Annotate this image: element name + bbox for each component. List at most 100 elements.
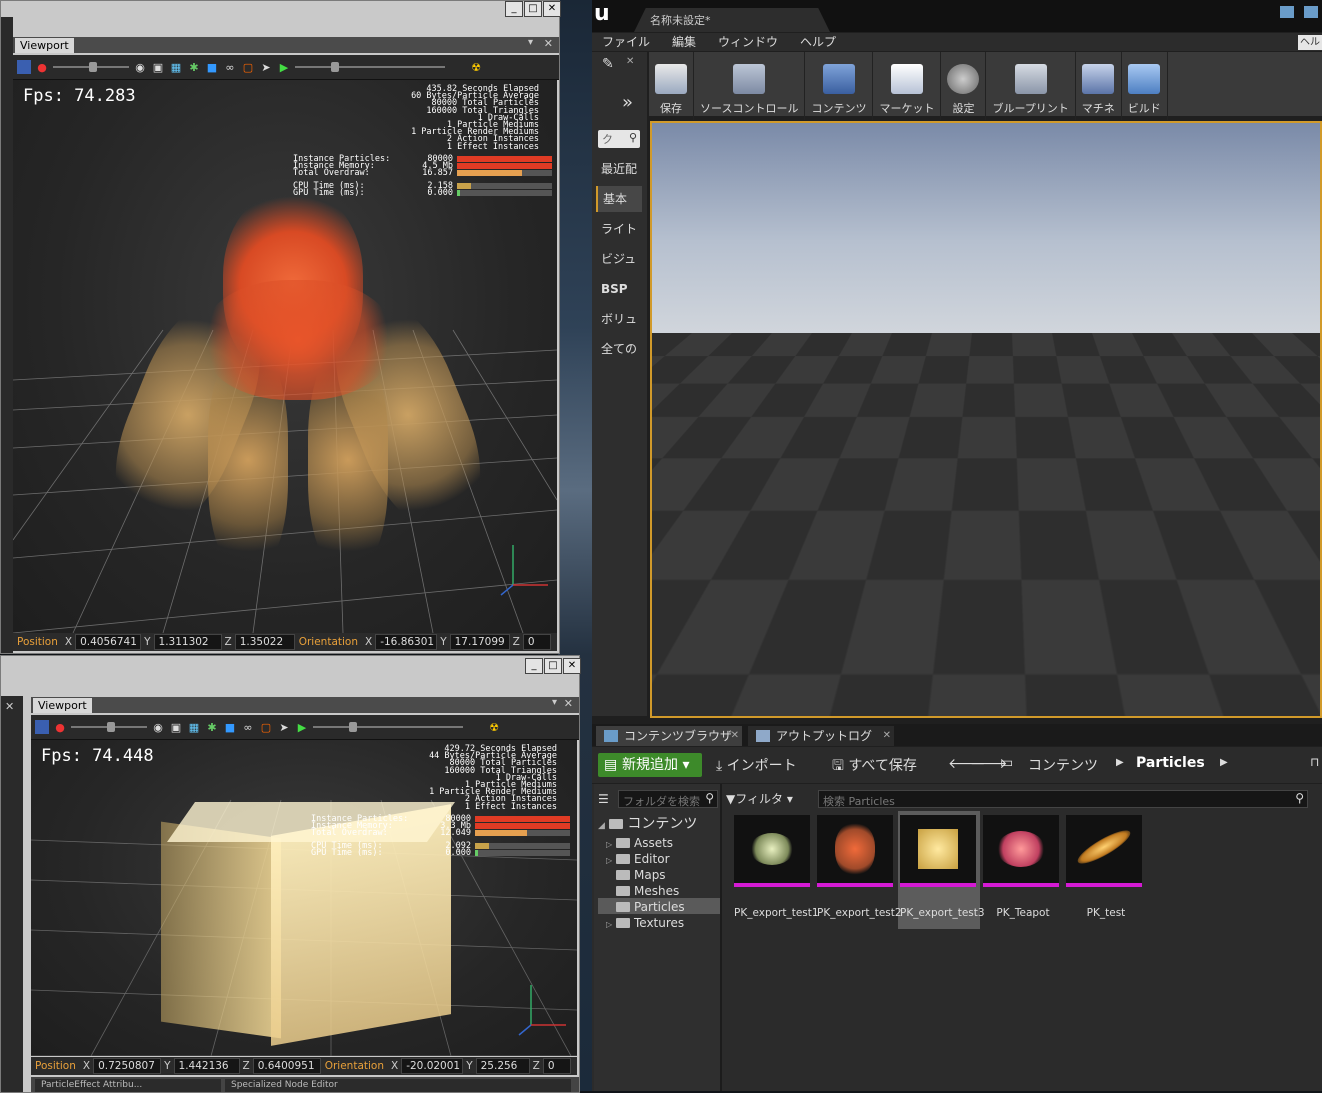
stop-icon[interactable]: ▢	[259, 720, 273, 734]
cube-icon[interactable]: ■	[205, 60, 219, 74]
orientation-y-field[interactable]: 25.256	[475, 1058, 530, 1074]
filter-button[interactable]: ▼フィルタ ▾	[726, 790, 793, 807]
close-button[interactable]: ✕	[563, 658, 581, 674]
feedback-icon[interactable]	[1304, 6, 1318, 18]
tab-specialized-node-editor[interactable]: Specialized Node Editor	[225, 1079, 571, 1092]
matinee-button[interactable]: マチネ	[1076, 52, 1122, 120]
screenshot-icon[interactable]: ▣	[169, 720, 183, 734]
level-viewport[interactable]	[650, 121, 1322, 718]
menu-help[interactable]: ヘルプ	[800, 33, 836, 51]
tree-item-assets[interactable]: ▷ Assets	[606, 835, 673, 851]
position-x-field[interactable]: 0.7250807	[93, 1058, 162, 1074]
mode-basic[interactable]: 基本	[596, 186, 642, 212]
cursor-icon[interactable]: ➤	[259, 60, 273, 74]
save-button[interactable]: 保存	[649, 52, 694, 120]
close-button[interactable]: ✕	[543, 1, 561, 17]
breadcrumb-current[interactable]: Particles	[1136, 755, 1205, 771]
mode-lights[interactable]: ライト	[596, 216, 642, 242]
modes-search-input[interactable]: ク ⚲	[598, 130, 640, 148]
document-tab[interactable]: 名称未設定*	[650, 12, 711, 28]
mode-visual[interactable]: ビジュ	[596, 246, 642, 272]
camera-icon[interactable]: ◉	[133, 60, 147, 74]
orientation-z-field[interactable]: 0	[522, 634, 551, 650]
tree-item-textures[interactable]: ▷ Textures	[606, 915, 684, 931]
asset-tile[interactable]: PK_test	[1066, 815, 1146, 919]
bug-icon[interactable]: ✱	[187, 60, 201, 74]
menu-file[interactable]: ファイル	[602, 33, 650, 51]
time-slider[interactable]	[71, 722, 147, 732]
tab-viewport[interactable]: Viewport	[33, 698, 92, 713]
orientation-x-field[interactable]: -20.02001	[401, 1058, 464, 1074]
mode-recent[interactable]: 最近配	[596, 156, 642, 182]
bug-icon[interactable]: ✱	[205, 720, 219, 734]
cube-icon[interactable]: ■	[223, 720, 237, 734]
record-icon[interactable]: ●	[35, 60, 49, 74]
lock-icon[interactable]: ⊓	[1310, 755, 1319, 769]
speed-slider[interactable]	[313, 722, 463, 732]
position-z-field[interactable]: 0.6400951	[252, 1058, 321, 1074]
source-control-button[interactable]: ソースコントロール	[694, 52, 806, 120]
asset-search-input[interactable]: 検索 Particles ⚲	[818, 790, 1308, 808]
save-all-button[interactable]: 🖫 すべて保存	[832, 755, 917, 779]
position-y-field[interactable]: 1.442136	[173, 1058, 240, 1074]
breadcrumb-more-icon[interactable]: ▶	[1220, 757, 1228, 768]
import-button[interactable]: ⤓ インポート	[716, 755, 797, 775]
tree-item-particles[interactable]: ▷ Particles	[606, 899, 685, 915]
radiation-icon[interactable]: ☢	[487, 720, 501, 734]
breadcrumb-root[interactable]: コンテンツ	[1028, 755, 1098, 775]
stop-icon[interactable]: ▢	[241, 60, 255, 74]
film-icon[interactable]: ▦	[187, 720, 201, 734]
time-slider[interactable]	[53, 62, 129, 72]
position-y-field[interactable]: 1.311302	[153, 634, 222, 650]
asset-tile[interactable]: PK_Teapot	[983, 815, 1063, 919]
play-icon[interactable]: ▶	[295, 720, 309, 734]
save-icon[interactable]	[17, 60, 31, 74]
chat-icon[interactable]	[1280, 6, 1294, 18]
asset-tile[interactable]: PK_export_test1	[734, 815, 819, 919]
orientation-x-field[interactable]: -16.86301	[375, 634, 438, 650]
position-x-field[interactable]: 0.4056741	[75, 634, 142, 650]
orientation-y-field[interactable]: 17.17099	[449, 634, 510, 650]
build-button[interactable]: ビルド	[1122, 52, 1168, 120]
tab-content-browser[interactable]: コンテンツブラウザ ✕	[596, 726, 742, 746]
help-search-corner[interactable]: ヘル	[1298, 35, 1322, 50]
mode-all[interactable]: 全ての	[596, 336, 642, 362]
close-icon[interactable]: ✕	[544, 37, 553, 50]
minimize-button[interactable]: _	[525, 658, 543, 674]
minimize-button[interactable]: _	[505, 1, 523, 17]
tree-item-maps[interactable]: ▷ Maps	[606, 867, 666, 883]
close-icon[interactable]: ✕	[883, 726, 891, 746]
asset-tile[interactable]: PK_export_test3	[900, 815, 985, 919]
tab-particle-effect-attributes[interactable]: ParticleEffect Attribu...	[35, 1079, 221, 1092]
settings-button[interactable]: 設定	[941, 52, 987, 120]
close-icon[interactable]: ✕	[731, 726, 739, 746]
sources-toggle-icon[interactable]: ☰	[598, 792, 609, 806]
loop-icon[interactable]: ∞	[241, 720, 255, 734]
tree-item-editor[interactable]: ▷ Editor	[606, 851, 670, 867]
close-icon[interactable]: ✕	[626, 56, 634, 67]
position-z-field[interactable]: 1.35022	[234, 634, 295, 650]
speed-slider[interactable]	[295, 62, 445, 72]
marketplace-button[interactable]: マーケット	[873, 52, 942, 120]
blueprints-button[interactable]: ブループリント	[986, 52, 1076, 120]
mode-volumes[interactable]: ボリュ	[596, 306, 642, 332]
asset-tile[interactable]: PK_export_test2	[817, 815, 902, 919]
place-mode-icon[interactable]: ✎	[602, 56, 614, 72]
menu-window[interactable]: ウィンドウ	[718, 33, 778, 51]
cursor-icon[interactable]: ➤	[277, 720, 291, 734]
viewport-3d[interactable]: Fps: 74.448 429.72 Seconds Elapsed 44 By…	[31, 740, 577, 1056]
close-icon[interactable]: ✕	[564, 697, 573, 710]
record-icon[interactable]: ●	[53, 720, 67, 734]
radiation-icon[interactable]: ☢	[469, 60, 483, 74]
close-icon[interactable]: ✕	[5, 700, 14, 713]
viewport-3d[interactable]: Fps: 74.283 435.82 Seconds Elapsed 60 By…	[13, 80, 557, 633]
loop-icon[interactable]: ∞	[223, 60, 237, 74]
chevron-down-icon[interactable]: ▾	[528, 37, 533, 48]
play-icon[interactable]: ▶	[277, 60, 291, 74]
mode-bsp[interactable]: BSP	[596, 276, 642, 302]
tree-root[interactable]: ◢ コンテンツ	[598, 816, 697, 832]
maximize-button[interactable]: □	[544, 658, 562, 674]
tab-output-log[interactable]: アウトプットログ ✕	[748, 726, 894, 746]
menu-edit[interactable]: 編集	[672, 33, 696, 51]
add-new-button[interactable]: ▤ 新規追加 ▾	[598, 753, 702, 777]
